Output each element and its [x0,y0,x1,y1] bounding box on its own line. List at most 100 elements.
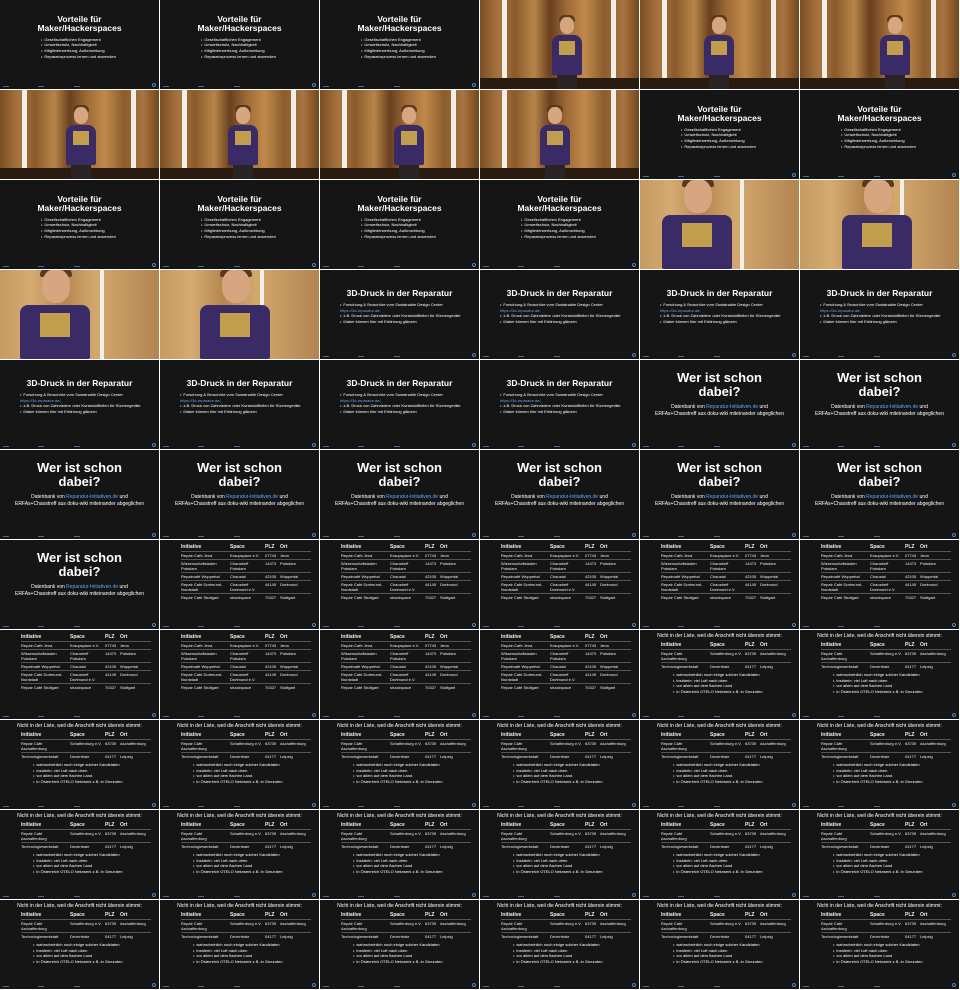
camera-frame-speaker[interactable] [480,0,639,89]
slide-3d-druck[interactable]: 3D-Druck in der Reparatur Forschung & Br… [800,270,959,359]
slide-footer [480,623,639,627]
slide-3d-druck[interactable]: 3D-Druck in der Reparatur Forschung & Br… [480,270,639,359]
slide-3d-druck[interactable]: 3D-Druck in der Reparatur Forschung & Br… [0,360,159,449]
camera-frame-speaker-closeup[interactable] [800,180,959,269]
slide-wer-ist-dabei[interactable]: Wer ist schon dabei? Datenbank von Repara… [320,450,479,539]
reparatur-link[interactable]: https://3d-reparatur.de/ [820,308,860,313]
slide-nicht-in-liste[interactable]: Nicht in der Liste, weil die Anschrift n… [160,720,319,809]
slide-nicht-in-liste[interactable]: Nicht in der Liste, weil die Anschrift n… [320,720,479,809]
slide-3d-druck[interactable]: 3D-Druck in der Reparatur Forschung & Br… [320,360,479,449]
slide-vorteile-maker[interactable]: Vorteile fürMaker/Hackerspaces Gesellsch… [480,180,639,269]
reparatur-link[interactable]: https://3d-reparatur.de/ [340,398,380,403]
initiativen-link[interactable]: Reparatur-Initiativen.de [66,494,118,500]
slide-wer-ist-dabei[interactable]: Wer ist schon dabei? Datenbank von Repara… [640,450,799,539]
slide-nicht-in-liste[interactable]: Nicht in der Liste, weil die Anschrift n… [160,900,319,989]
camera-frame-speaker[interactable] [640,0,799,89]
table-row: Repaircafé Wuppertal Chaostal 42105 Wuppert… [821,572,951,581]
initiativen-link[interactable]: Reparatur-Initiativen.de [546,494,598,500]
slide-nicht-in-liste[interactable]: Nicht in der Liste, weil die Anschrift n… [0,720,159,809]
slide-wer-ist-dabei[interactable]: Wer ist schon dabei? Datenbank von Repara… [800,360,959,449]
slide-nicht-in-liste[interactable]: Nicht in der Liste, weil die Anschrift n… [640,720,799,809]
slide-3d-druck[interactable]: 3D-Druck in der Reparatur Forschung & Br… [160,360,319,449]
slide-nicht-in-liste[interactable]: Nicht in der Liste, weil die Anschrift n… [640,630,799,719]
camera-frame-speaker[interactable] [320,90,479,179]
slide-nicht-in-liste[interactable]: Nicht in der Liste, weil die Anschrift n… [800,630,959,719]
camera-frame-speaker-closeup[interactable] [160,270,319,359]
nicht-table: Initiative Space PLZ Ort Repair Café Asc… [501,732,631,761]
bullet-item: Maker können hier mit Erfahrung glänzen [340,319,461,325]
slide-initiativen-table[interactable]: Initiative Space PLZ Ort Repair-Café Jen… [480,630,639,719]
slide-initiativen-table[interactable]: Initiative Space PLZ Ort Repair-Café Jen… [320,630,479,719]
initiativen-link[interactable]: Reparatur-Initiativen.de [866,404,918,410]
camera-frame-speaker[interactable] [160,90,319,179]
slide-nicht-in-liste[interactable]: Nicht in der Liste, weil die Anschrift n… [320,810,479,899]
slide-initiativen-table[interactable]: Initiative Space PLZ Ort Repair-Café Jen… [640,540,799,629]
bullet-item: in Österreich OTELO Netzwerk z.B. in Gmu… [833,959,959,965]
initiativen-link[interactable]: Reparatur-Initiativen.de [66,584,118,590]
reparatur-link[interactable]: https://3d-reparatur.de/ [20,398,60,403]
slide-wer-ist-dabei[interactable]: Wer ist schon dabei? Datenbank von Repara… [480,450,639,539]
slide-nicht-in-liste[interactable]: Nicht in der Liste, weil die Anschrift n… [160,810,319,899]
slide-nicht-in-liste[interactable]: Nicht in der Liste, weil die Anschrift n… [320,900,479,989]
slide-3d-druck[interactable]: 3D-Druck in der Reparatur Forschung & Br… [640,270,799,359]
table-row: Repair Café Aschaffenburg Schaffenburg e.… [181,829,311,843]
slide-footer [160,803,319,807]
slide-3d-druck[interactable]: 3D-Druck in der Reparatur Forschung & Br… [320,270,479,359]
slide-nicht-in-liste[interactable]: Nicht in der Liste, weil die Anschrift n… [640,900,799,989]
wall-light-strip [502,0,507,89]
initiativen-link[interactable]: Reparatur-Initiativen.de [706,494,758,500]
bullet-item: in Österreich OTELO Netzwerk z.B. in Gmu… [33,869,159,875]
reparatur-link[interactable]: https://3d-reparatur.de/ [660,308,700,313]
initiativen-link[interactable]: Reparatur-Initiativen.de [866,494,918,500]
slide-wer-ist-dabei[interactable]: Wer ist schon dabei? Datenbank von Repara… [800,450,959,539]
slide-initiativen-table[interactable]: Initiative Space PLZ Ort Repair-Café Jen… [160,630,319,719]
slide-title: Nicht in der Liste, weil die Anschrift n… [657,723,782,729]
slide-nicht-in-liste[interactable]: Nicht in der Liste, weil die Anschrift n… [800,810,959,899]
slide-nicht-in-liste[interactable]: Nicht in der Liste, weil die Anschrift n… [0,810,159,899]
bullet-list: wahrscheinlich noch einige solcher Kandi… [33,852,159,874]
camera-frame-speaker[interactable] [480,90,639,179]
slide-vorteile-maker[interactable]: Vorteile fürMaker/Hackerspaces Gesellsch… [800,90,959,179]
slide-nicht-in-liste[interactable]: Nicht in der Liste, weil die Anschrift n… [800,900,959,989]
slide-wer-ist-dabei[interactable]: Wer ist schon dabei? Datenbank von Repara… [160,450,319,539]
logo-icon [792,173,796,177]
reparatur-link[interactable]: https://3d-reparatur.de/ [340,308,380,313]
reparatur-link[interactable]: https://3d-reparatur.de/ [180,398,220,403]
camera-frame-speaker-closeup[interactable] [640,180,799,269]
slide-wer-ist-dabei[interactable]: Wer ist schon dabei? Datenbank von Repara… [0,540,159,629]
slide-footer [480,983,639,987]
slide-initiativen-table[interactable]: Initiative Space PLZ Ort Repair-Café Jen… [800,540,959,629]
initiativen-link[interactable]: Reparatur-Initiativen.de [386,494,438,500]
slide-nicht-in-liste[interactable]: Nicht in der Liste, weil die Anschrift n… [480,720,639,809]
camera-frame-speaker-closeup[interactable] [0,270,159,359]
slide-vorteile-maker[interactable]: Vorteile fürMaker/Hackerspaces Gesellsch… [160,180,319,269]
slide-vorteile-maker[interactable]: Vorteile fürMaker/Hackerspaces Gesellsch… [640,90,799,179]
slide-initiativen-table[interactable]: Initiative Space PLZ Ort Repair-Café Jen… [480,540,639,629]
slide-vorteile-maker[interactable]: Vorteile fürMaker/Hackerspaces Gesellsch… [0,0,159,89]
reparatur-link[interactable]: https://3d-reparatur.de/ [500,398,540,403]
slide-nicht-in-liste[interactable]: Nicht in der Liste, weil die Anschrift n… [480,900,639,989]
slide-nicht-in-liste[interactable]: Nicht in der Liste, weil die Anschrift n… [800,720,959,809]
slide-initiativen-table[interactable]: Initiative Space PLZ Ort Repair-Café Jen… [0,630,159,719]
slide-nicht-in-liste[interactable]: Nicht in der Liste, weil die Anschrift n… [480,810,639,899]
slide-3d-druck[interactable]: 3D-Druck in der Reparatur Forschung & Br… [480,360,639,449]
slide-nicht-in-liste[interactable]: Nicht in der Liste, weil die Anschrift n… [640,810,799,899]
initiativen-link[interactable]: Reparatur-Initiativen.de [226,494,278,500]
camera-frame-speaker[interactable] [0,90,159,179]
slide-initiativen-table[interactable]: Initiative Space PLZ Ort Repair-Café Jen… [160,540,319,629]
nicht-table: Initiative Space PLZ Ort Repair Café Asc… [501,822,631,851]
initiativen-link[interactable]: Reparatur-Initiativen.de [706,404,758,410]
bullet-item: Reparaturprozess lernen und anwenden [41,234,159,240]
slide-wer-ist-dabei[interactable]: Wer ist schon dabei? Datenbank von Repara… [0,450,159,539]
slide-initiativen-table[interactable]: Initiative Space PLZ Ort Repair-Café Jen… [320,540,479,629]
nicht-table: Initiative Space PLZ Ort Repair Café Asc… [501,912,631,941]
camera-frame-speaker[interactable] [800,0,959,89]
slide-vorteile-maker[interactable]: Vorteile fürMaker/Hackerspaces Gesellsch… [0,180,159,269]
slide-vorteile-maker[interactable]: Vorteile fürMaker/Hackerspaces Gesellsch… [320,0,479,89]
logo-icon [632,803,636,807]
slide-nicht-in-liste[interactable]: Nicht in der Liste, weil die Anschrift n… [0,900,159,989]
slide-vorteile-maker[interactable]: Vorteile fürMaker/Hackerspaces Gesellsch… [320,180,479,269]
slide-vorteile-maker[interactable]: Vorteile fürMaker/Hackerspaces Gesellsch… [160,0,319,89]
reparatur-link[interactable]: https://3d-reparatur.de/ [500,308,540,313]
slide-wer-ist-dabei[interactable]: Wer ist schon dabei? Datenbank von Repara… [640,360,799,449]
